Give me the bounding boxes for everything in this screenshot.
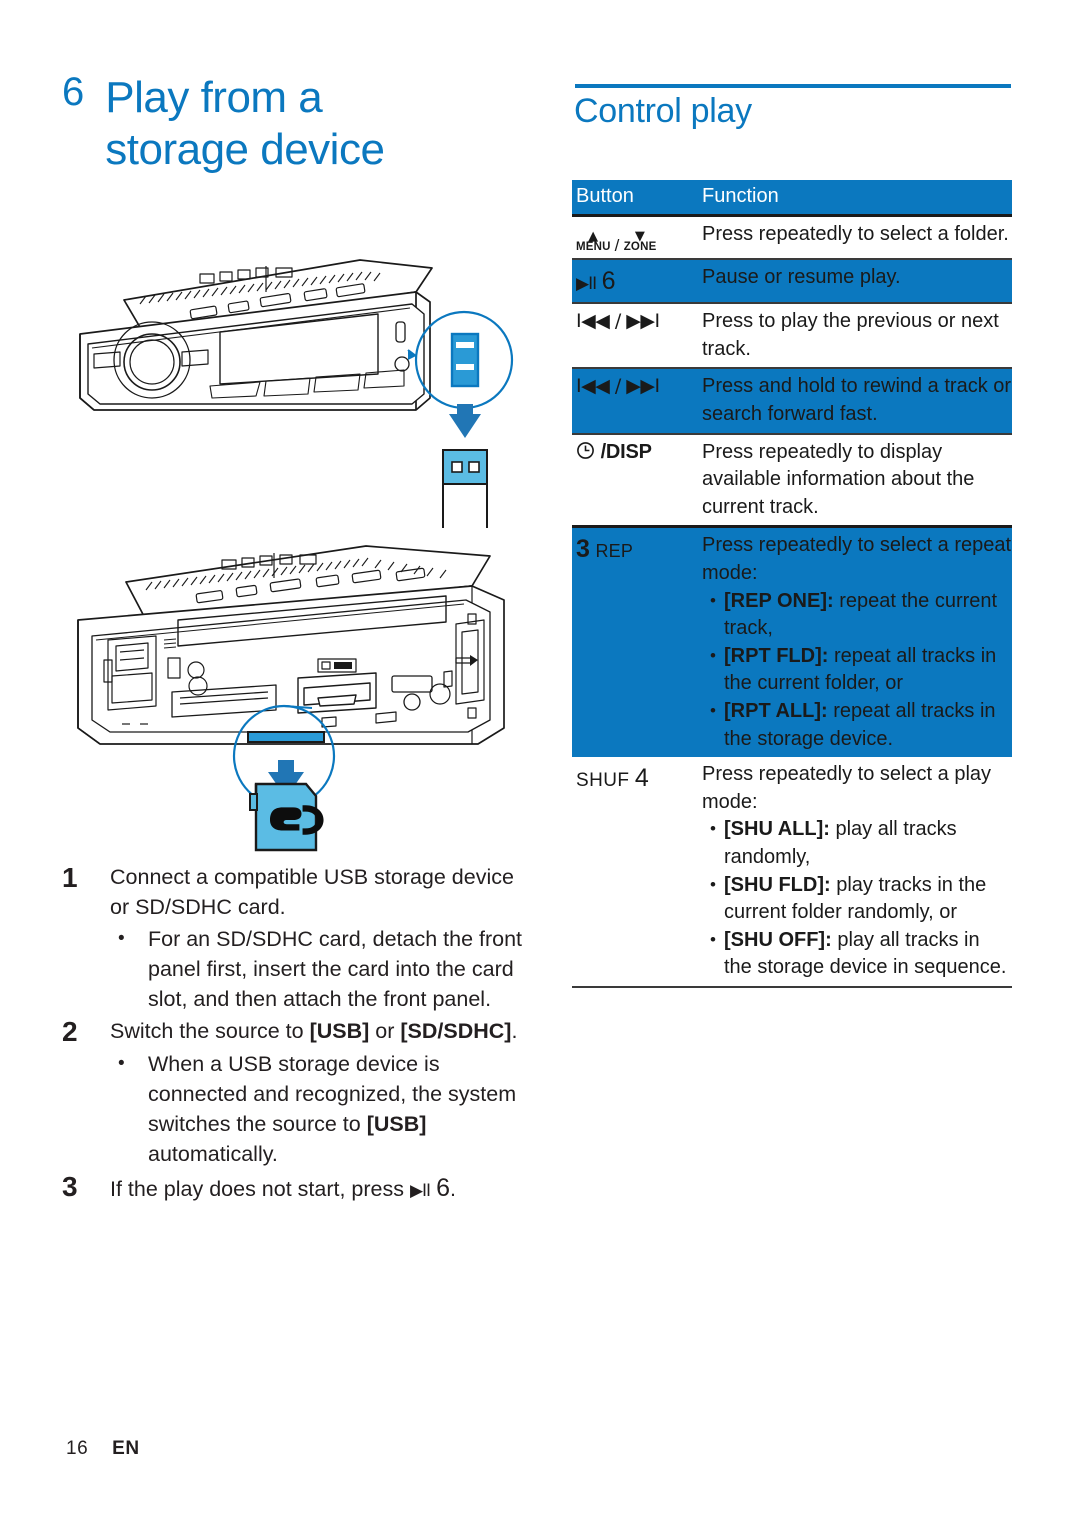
- step-1: 1 Connect a compatible USB storage devic…: [62, 862, 532, 1014]
- table-row: I◀◀ / ▶▶I Press to play the previous or …: [572, 304, 1012, 367]
- list-item: • [REP ONE]: repeat the current track,: [702, 588, 1012, 643]
- mode-label: [SHU ALL]:: [724, 818, 830, 841]
- list-item: • [RPT FLD]: repeat all tracks in the cu…: [702, 643, 1012, 698]
- zone-label: ZONE: [623, 241, 657, 254]
- page-title: Play from a storage device: [105, 72, 385, 176]
- function-text: Press repeatedly to select a play mode:: [702, 763, 992, 813]
- function-cell: Press and hold to rewind a track or sear…: [702, 375, 1012, 426]
- rep-label: REP: [595, 541, 634, 562]
- function-bullet-list: • [REP ONE]: repeat the current track, •…: [702, 588, 1012, 754]
- button-number: 3: [576, 535, 590, 564]
- list-item: • [RPT ALL]: repeat all tracks in the st…: [702, 698, 1012, 753]
- step-2: 2 Switch the source to [USB] or [SD/SDHC…: [62, 1016, 532, 1168]
- sd-illustration: [60, 528, 530, 858]
- button-cell: SHUF 4: [572, 757, 700, 986]
- section-title: Control play: [574, 92, 752, 130]
- function-bullet-list: • [SHU ALL]: play all tracks randomly, •…: [702, 816, 1012, 982]
- button-cell: 3 REP: [572, 528, 700, 757]
- bullet-text: [SHU ALL]: play all tracks randomly,: [724, 816, 1012, 871]
- table-header-row: Button Function: [572, 180, 1012, 214]
- mode-label: [REP ONE]:: [724, 589, 834, 612]
- button-number: 4: [634, 764, 649, 793]
- step-number: 2: [62, 1016, 78, 1048]
- section-rule: [575, 84, 1011, 88]
- bullet-text: [RPT ALL]: repeat all tracks in the stor…: [724, 698, 1012, 753]
- manual-page: 6 Play from a storage device 1 Connect a…: [0, 0, 1080, 1527]
- chapter-title-line2: storage device: [105, 124, 385, 174]
- control-play-table: Button Function ▲ MENU / ▼ ZONE Press re…: [572, 180, 1012, 988]
- chapter-heading: 6 Play from a storage device: [62, 72, 542, 176]
- table-row: /DISP Press repeatedly to display availa…: [572, 435, 1012, 526]
- usb-illustration: [60, 238, 530, 528]
- table-row: ▲ MENU / ▼ ZONE Press repeatedly to sele…: [572, 217, 1012, 258]
- function-cell: Press repeatedly to select a repeat mode…: [700, 528, 1012, 757]
- substep-text: For an SD/SDHC card, detach the front pa…: [148, 927, 523, 1012]
- mode-label: [RPT ALL]:: [724, 700, 828, 722]
- function-cell: Press to play the previous or next track…: [702, 310, 999, 360]
- step-substeps: • For an SD/SDHC card, detach the front …: [110, 924, 532, 1014]
- disp-label: /DISP: [600, 440, 652, 463]
- step-number: 3: [62, 1170, 78, 1202]
- table-rule: [572, 985, 1012, 988]
- previous-next-track-icon: I◀◀ / ▶▶I: [576, 375, 660, 398]
- clock-icon: [576, 441, 595, 469]
- shuf-label: SHUF: [576, 770, 630, 792]
- language-code: EN: [112, 1438, 140, 1459]
- bullet-text: [SHU FLD]: play tracks in the current fo…: [724, 872, 1012, 927]
- procedure-steps: 1 Connect a compatible USB storage devic…: [62, 862, 532, 1208]
- step-text: Switch the source to [USB] or [SD/SDHC].: [110, 1019, 518, 1044]
- page-footer: 16 EN: [66, 1438, 140, 1460]
- bullet-icon: •: [118, 928, 125, 950]
- function-cell: Press repeatedly to display available in…: [702, 440, 975, 518]
- substep-text: When a USB storage device is connected a…: [148, 1051, 517, 1166]
- chapter-title-line1: Play from a: [105, 73, 323, 122]
- list-item: • When a USB storage device is connected…: [110, 1049, 532, 1169]
- bullet-icon: •: [710, 874, 716, 894]
- bullet-text: [RPT FLD]: repeat all tracks in the curr…: [724, 643, 1012, 698]
- play-pause-icon: ▶II: [576, 273, 597, 294]
- function-cell: Pause or resume play.: [702, 265, 901, 288]
- slash-separator: /: [614, 235, 620, 255]
- button-cell: I◀◀ / ▶▶I: [572, 369, 700, 432]
- step-number: 1: [62, 862, 78, 893]
- function-cell: Press repeatedly to select a play mode: …: [700, 757, 1012, 986]
- bullet-icon: •: [710, 929, 716, 949]
- bullet-text: [REP ONE]: repeat the current track,: [724, 588, 1012, 643]
- table-row: 3 REP Press repeatedly to select a repea…: [572, 528, 1012, 758]
- mode-label: [RPT FLD]:: [724, 644, 829, 667]
- button-number: 6: [601, 266, 616, 295]
- bullet-text: [SHU OFF]: play all tracks in the storag…: [724, 927, 1012, 982]
- step-text: If the play does not start, press ▶II 6.: [110, 1173, 456, 1202]
- bullet-icon: •: [710, 701, 716, 720]
- column-header-button: Button: [576, 185, 634, 207]
- bullet-icon: •: [118, 1052, 125, 1074]
- previous-next-track-icon: I◀◀ / ▶▶I: [576, 310, 660, 333]
- mode-label: [SHU OFF]:: [724, 928, 832, 951]
- bullet-icon: •: [710, 819, 716, 839]
- bullet-icon: •: [710, 590, 716, 610]
- chapter-number: 6: [62, 70, 84, 114]
- step-3: 3 If the play does not start, press ▶II …: [62, 1171, 532, 1206]
- menu-label: MENU: [576, 241, 611, 254]
- button-cell: ▲ MENU / ▼ ZONE: [572, 217, 700, 258]
- list-item: • For an SD/SDHC card, detach the front …: [110, 924, 532, 1014]
- button-cell: I◀◀ / ▶▶I: [572, 304, 700, 367]
- table-row: SHUF 4 Press repeatedly to select a play…: [572, 757, 1012, 986]
- table-row: I◀◀ / ▶▶I Press and hold to rewind a tra…: [572, 369, 1012, 433]
- step-substeps: • When a USB storage device is connected…: [110, 1049, 532, 1169]
- page-number: 16: [66, 1438, 89, 1459]
- function-text: Press repeatedly to select a repeat mode…: [702, 534, 1012, 585]
- menu-zone-icon: ▲ MENU / ▼ ZONE: [576, 230, 657, 255]
- bullet-icon: •: [710, 645, 716, 665]
- table-row: ▶II 6 Pause or resume play.: [572, 259, 1012, 303]
- column-header-function: Function: [702, 185, 779, 207]
- mode-label: [SHU FLD]:: [724, 873, 831, 896]
- button-cell: /DISP: [572, 435, 700, 526]
- list-item: • [SHU FLD]: play tracks in the current …: [702, 872, 1012, 927]
- function-cell: Press repeatedly to select a folder.: [702, 222, 1009, 245]
- list-item: • [SHU OFF]: play all tracks in the stor…: [702, 927, 1012, 982]
- list-item: • [SHU ALL]: play all tracks randomly,: [702, 816, 1012, 871]
- button-cell: ▶II 6: [572, 260, 700, 303]
- step-text: Connect a compatible USB storage device …: [110, 865, 514, 920]
